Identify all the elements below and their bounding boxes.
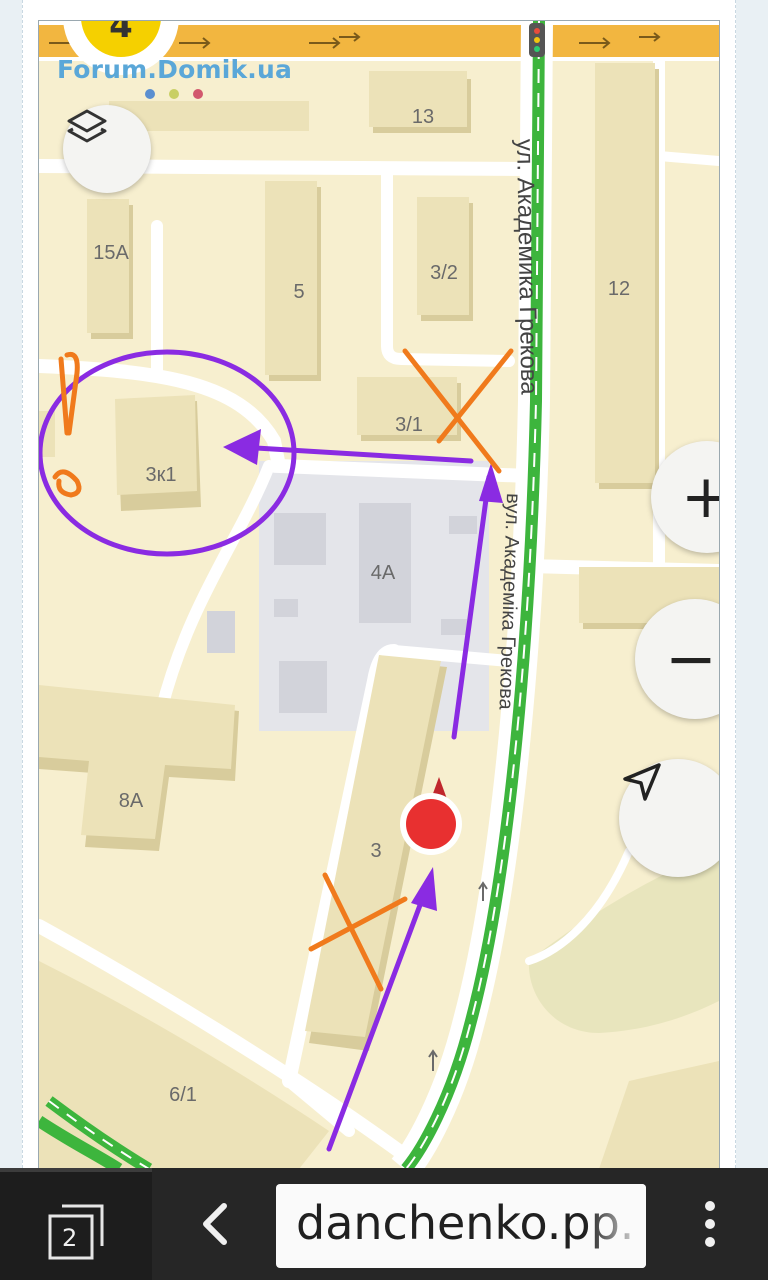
- layers-icon: [67, 109, 107, 143]
- route-badge-number: 4: [109, 21, 133, 46]
- tab-count: 2: [62, 1224, 78, 1252]
- building-label: 4А: [371, 562, 396, 584]
- building-label: 6/1: [169, 1084, 197, 1106]
- map-canvas[interactable]: 4 13 15 15А 5 3/2 12 3/1 3к1 4А 8А 3 6/1…: [39, 21, 719, 1169]
- url-text: danchenko.pp.: [296, 1196, 635, 1250]
- browser-toolbar: 2 danchenko.pp.: [0, 1168, 768, 1280]
- chevron-left-icon: [203, 1203, 227, 1245]
- url-fade: [586, 1184, 646, 1268]
- traffic-light-icon: [529, 23, 545, 57]
- building-label: 3/2: [430, 262, 458, 284]
- address-bar[interactable]: danchenko.pp.: [276, 1184, 646, 1268]
- watermark-dot: [169, 89, 179, 99]
- building-label: 12: [608, 278, 630, 300]
- zoom-out-label: −: [665, 622, 717, 695]
- watermark: Forum.Domik.ua: [57, 55, 293, 84]
- building-label: 8А: [119, 790, 144, 812]
- building-label: 5: [293, 281, 304, 303]
- more-vertical-icon: [705, 1201, 715, 1247]
- building-label: 3к1: [146, 464, 177, 486]
- building-label: 15А: [93, 242, 129, 264]
- map[interactable]: 4 13 15 15А 5 3/2 12 3/1 3к1 4А 8А 3 6/1…: [38, 20, 720, 1169]
- layers-button[interactable]: [63, 105, 151, 193]
- watermark-dot: [193, 89, 203, 99]
- street-label-ru: ул. Академика Грекова: [511, 139, 542, 396]
- watermark-dot: [145, 89, 155, 99]
- tabs-button[interactable]: 2: [0, 1168, 152, 1280]
- building-label: 3/1: [395, 414, 423, 436]
- zoom-in-label: +: [681, 467, 719, 527]
- building-label: 13: [412, 106, 434, 128]
- back-button[interactable]: [180, 1188, 250, 1260]
- navigation-arrow-icon: [623, 763, 661, 801]
- watermark-dots: [145, 89, 203, 99]
- building-label: 3: [370, 840, 381, 862]
- menu-button[interactable]: [680, 1192, 740, 1256]
